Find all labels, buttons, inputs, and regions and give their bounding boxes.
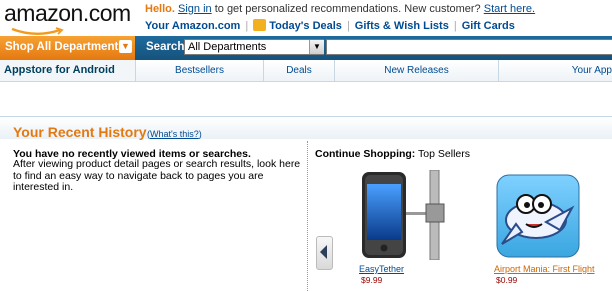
select-arrow-icon[interactable]: ▼ [309,40,324,54]
gift-icon [253,19,267,31]
shop-all-departments-button[interactable]: Shop All Departments [0,36,135,60]
your-amazon-link[interactable]: Your Amazon.com [145,20,240,32]
subnav-new-releases[interactable]: New Releases [335,60,499,81]
start-here-link[interactable]: Start here. [484,3,535,15]
carousel-prev-button[interactable] [316,236,333,270]
chevron-down-icon[interactable]: ▼ [119,40,132,53]
search-label: Search [146,41,185,53]
gift-cards-link[interactable]: Gift Cards [462,20,515,32]
continue-shopping-heading: Continue Shopping: Top Sellers [315,148,470,160]
left-arrow-icon [320,245,327,259]
product-price: $9.99 [361,275,383,285]
recent-history-title: Your Recent History [13,124,147,140]
subnav-bestsellers[interactable]: Bestsellers [136,60,264,81]
greeting-text: Hello. [145,3,175,15]
product-price: $0.99 [496,275,518,285]
product-name[interactable]: EasyTether [359,264,404,274]
gifts-wishlists-link[interactable]: Gifts & Wish Lists [355,20,449,32]
greeting-rest: to get personalized recommendations. New… [211,3,484,15]
subnav-deals[interactable]: Deals [264,60,335,81]
subnav-your-apps[interactable]: Your App [499,60,612,81]
empty-history-body: After viewing product detail pages or se… [13,158,301,193]
product-name[interactable]: Airport Mania: First Flight [494,264,595,274]
todays-deals-link[interactable]: Today's Deals [269,20,342,32]
top-links: Your Amazon.com | Today's Deals | Gifts & Wi… [145,19,515,32]
department-select[interactable]: All Departments [184,39,324,55]
whats-this-link[interactable]: (What's this?) [147,129,202,139]
greeting-line: Hello. Sign in to get personalized recom… [145,3,535,15]
signin-link[interactable]: Sign in [178,3,212,15]
amazon-logo[interactable]: amazon.com [4,0,131,27]
column-divider [307,141,308,291]
easytether-product-image[interactable] [358,170,448,260]
subnav-appstore[interactable]: Appstore for Android [0,60,136,81]
airport-mania-product-image[interactable] [496,174,580,258]
search-input[interactable] [326,39,612,55]
